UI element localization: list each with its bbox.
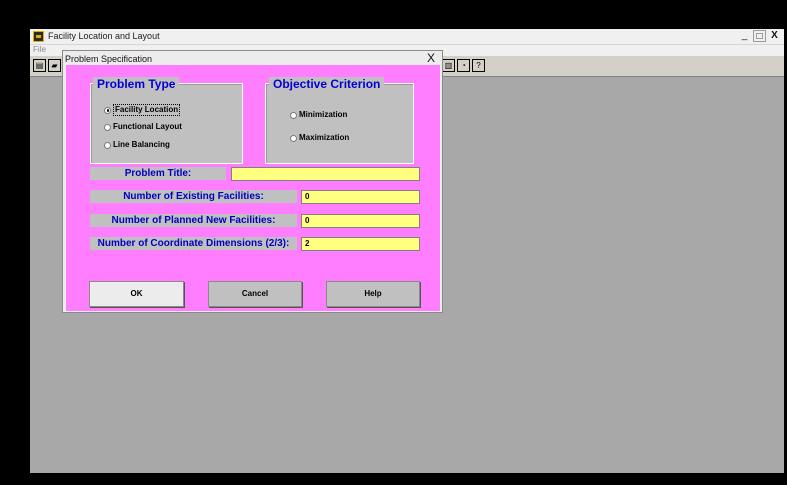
dialog-body: Problem Type Facility Location Functiona… bbox=[66, 65, 440, 311]
radio-facility-location[interactable]: Facility Location bbox=[104, 104, 181, 116]
existing-facilities-input[interactable]: 0 bbox=[301, 190, 420, 204]
coordinate-dimensions-input[interactable]: 2 bbox=[301, 237, 420, 251]
radio-label: Minimization bbox=[299, 110, 348, 119]
minimize-button[interactable]: _ bbox=[738, 30, 751, 42]
existing-facilities-label: Number of Existing Facilities: bbox=[90, 190, 297, 203]
open-file-icon[interactable]: ▰ bbox=[48, 59, 61, 72]
radio-line-balancing[interactable]: Line Balancing bbox=[104, 140, 170, 150]
ok-button[interactable]: OK bbox=[89, 281, 184, 307]
maximize-button[interactable]: □ bbox=[753, 30, 766, 42]
planned-facilities-input[interactable]: 0 bbox=[301, 214, 420, 228]
radio-dot[interactable] bbox=[290, 111, 297, 119]
radio-dot[interactable] bbox=[290, 134, 297, 142]
close-button[interactable]: X bbox=[768, 30, 781, 42]
toolbar-button-partial[interactable]: ▥ bbox=[442, 59, 455, 72]
problem-specification-dialog: Problem Specification X Problem Type Fac… bbox=[62, 50, 443, 313]
problem-title-input[interactable] bbox=[231, 167, 420, 181]
menu-file[interactable]: File bbox=[33, 45, 46, 55]
radio-minimization[interactable]: Minimization bbox=[290, 110, 347, 120]
radio-label: Maximization bbox=[299, 133, 350, 142]
radio-label: Facility Location bbox=[113, 104, 181, 116]
window-title: Facility Location and Layout bbox=[48, 31, 160, 41]
objective-criterion-title: Objective Criterion bbox=[269, 77, 385, 91]
app-icon bbox=[33, 31, 44, 42]
help-icon[interactable]: ? bbox=[472, 59, 485, 72]
problem-type-title: Problem Type bbox=[93, 77, 180, 91]
title-bar: Facility Location and Layout _ □ X bbox=[30, 29, 784, 45]
radio-dot[interactable] bbox=[104, 141, 111, 149]
radio-dot-selected[interactable] bbox=[104, 106, 111, 114]
radio-label: Line Balancing bbox=[113, 140, 170, 149]
cancel-button[interactable]: Cancel bbox=[208, 281, 302, 307]
dialog-title: Problem Specification bbox=[65, 54, 153, 64]
dialog-close-button[interactable]: X bbox=[427, 52, 435, 65]
radio-functional-layout[interactable]: Functional Layout bbox=[104, 122, 182, 132]
planned-facilities-label: Number of Planned New Facilities: bbox=[90, 214, 297, 227]
radio-label: Functional Layout bbox=[113, 122, 182, 131]
radio-dot[interactable] bbox=[104, 123, 111, 131]
radio-maximization[interactable]: Maximization bbox=[290, 133, 349, 143]
objective-criterion-group bbox=[265, 83, 414, 164]
coordinate-dimensions-label: Number of Coordinate Dimensions (2/3): bbox=[90, 237, 297, 250]
problem-title-label: Problem Title: bbox=[90, 167, 226, 180]
new-file-icon[interactable]: ▤ bbox=[33, 59, 46, 72]
clock-icon[interactable]: ◔ bbox=[457, 59, 470, 72]
help-button[interactable]: Help bbox=[326, 281, 420, 307]
